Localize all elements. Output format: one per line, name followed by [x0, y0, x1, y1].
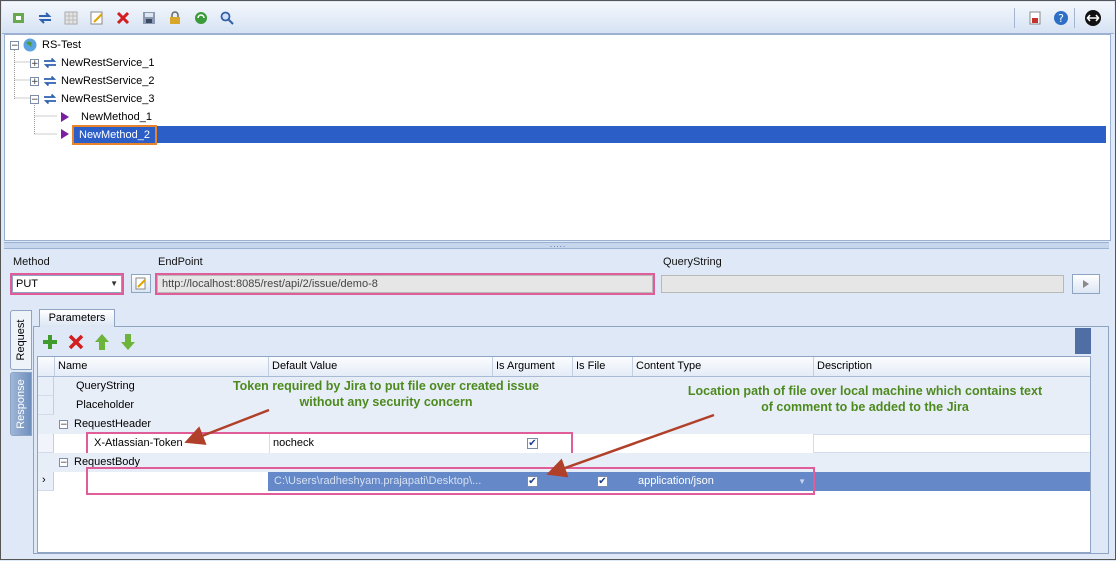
- column-header[interactable]: Is Argument: [492, 357, 572, 376]
- column-header[interactable]: Default Value: [268, 357, 492, 376]
- grid-header: Name Default Value Is Argument Is File C…: [38, 357, 1090, 377]
- row-header: [38, 396, 54, 415]
- splitter[interactable]: .....: [4, 241, 1109, 249]
- method-arrow-icon: [61, 129, 69, 139]
- tree-service[interactable]: − NewRestService_3: [30, 90, 155, 108]
- method-dropdown[interactable]: PUT ▼: [10, 273, 124, 295]
- edit-icon[interactable]: [88, 9, 106, 27]
- method-value: PUT: [16, 278, 38, 290]
- edit-icon: [135, 277, 146, 290]
- help-icon[interactable]: ?: [1052, 9, 1070, 27]
- method-arrow-icon: [61, 112, 69, 122]
- arrow-up-icon: [95, 334, 109, 350]
- tree-service-label: NewRestService_3: [61, 93, 155, 105]
- current-row-icon: ›: [42, 474, 46, 486]
- tree-service-label: NewRestService_2: [61, 75, 155, 87]
- group-row[interactable]: − RequestHeader: [38, 415, 1090, 434]
- endpoint-field[interactable]: http://localhost:8085/rest/api/2/issue/d…: [155, 273, 655, 295]
- endpoint-label: EndPoint: [158, 256, 203, 268]
- add-param-button[interactable]: [41, 333, 59, 354]
- annotation-token: Token required by Jira to put file over …: [232, 379, 540, 409]
- search-icon[interactable]: [218, 9, 236, 27]
- annotation-file-path: Location path of file over local machine…: [687, 384, 1043, 414]
- group-name: RequestHeader: [74, 418, 152, 430]
- run-button[interactable]: [1072, 274, 1100, 294]
- delete-icon[interactable]: [114, 9, 132, 27]
- tree-service[interactable]: + NewRestService_1: [30, 54, 155, 72]
- column-header[interactable]: Description: [813, 357, 1090, 376]
- sync-icon[interactable]: [192, 9, 210, 27]
- expand-icon[interactable]: +: [30, 58, 39, 68]
- tab-parameters[interactable]: Parameters: [39, 309, 115, 327]
- toolbar: ?: [2, 2, 1114, 34]
- svg-text:?: ?: [1058, 12, 1064, 25]
- play-icon: [1083, 280, 1089, 288]
- tab-request[interactable]: Request: [10, 310, 32, 370]
- tree-method[interactable]: NewMethod_1: [59, 108, 152, 126]
- delete-param-button[interactable]: [67, 333, 85, 354]
- param-value[interactable]: nocheck: [269, 434, 491, 453]
- service-icon: [43, 75, 57, 87]
- row-header: ›: [38, 472, 54, 491]
- grid-icon[interactable]: [62, 9, 80, 27]
- row-header: [38, 434, 54, 453]
- tree-root[interactable]: − RS-Test: [10, 36, 81, 54]
- column-header[interactable]: Name: [54, 357, 268, 376]
- row-header-column: [38, 357, 54, 376]
- querystring-label: QueryString: [663, 256, 722, 268]
- toolbar-separator: [1014, 8, 1015, 28]
- tree-method-label: NewMethod_1: [81, 111, 152, 123]
- edit-endpoint-button[interactable]: [131, 274, 151, 293]
- plus-icon: [43, 335, 57, 349]
- refresh-icon[interactable]: [36, 9, 54, 27]
- table-row[interactable]: X-Atlassian-Token nocheck ✔: [38, 432, 1090, 455]
- column-header[interactable]: Content Type: [632, 357, 813, 376]
- collapse-icon[interactable]: −: [59, 458, 68, 468]
- param-name[interactable]: X-Atlassian-Token: [91, 434, 268, 453]
- highlight-box: [86, 467, 815, 495]
- querystring-field[interactable]: [661, 275, 1064, 293]
- is-argument-checkbox[interactable]: ✔: [527, 438, 538, 449]
- tab-request-label: Request: [15, 319, 27, 361]
- chevron-down-icon: ▼: [110, 279, 118, 288]
- column-header[interactable]: Is File: [572, 357, 632, 376]
- row-header: [38, 377, 54, 396]
- collapse-icon[interactable]: −: [59, 420, 68, 430]
- tab-response[interactable]: Response: [10, 372, 32, 436]
- tree-service-label: NewRestService_1: [61, 57, 155, 69]
- tree-service[interactable]: + NewRestService_2: [30, 72, 155, 90]
- report-icon[interactable]: [1026, 9, 1044, 27]
- service-icon: [43, 93, 57, 105]
- new-project-icon[interactable]: [10, 9, 28, 27]
- selection-highlight: [73, 126, 1106, 143]
- tree-method-label[interactable]: NewMethod_2: [72, 125, 157, 145]
- tree-method-selected[interactable]: [59, 125, 71, 143]
- service-icon: [43, 57, 57, 69]
- method-label: Method: [13, 256, 50, 268]
- delete-icon: [68, 334, 84, 350]
- tree-root-label: RS-Test: [42, 39, 82, 51]
- collapse-icon[interactable]: −: [10, 40, 19, 50]
- exit-icon[interactable]: [1084, 9, 1102, 27]
- table-row[interactable]: › C:\Users\radheshyam.prajapati\Desktop\…: [38, 467, 1090, 495]
- lock-icon[interactable]: [166, 9, 184, 27]
- save-icon[interactable]: [140, 9, 158, 27]
- globe-icon: [23, 38, 37, 52]
- tab-response-label: Response: [15, 379, 27, 429]
- toolbar-separator: [1074, 8, 1075, 28]
- move-down-button[interactable]: [119, 333, 137, 354]
- move-up-button[interactable]: [93, 333, 111, 354]
- project-tree: − RS-Test + NewRestService_1 + NewRestSe…: [4, 34, 1111, 241]
- app-window: ? − RS-Test + NewRestService_1 + NewRest…: [0, 0, 1116, 560]
- arrow-down-icon: [121, 334, 135, 350]
- description-cell[interactable]: [813, 434, 1090, 453]
- collapse-icon[interactable]: −: [30, 94, 39, 104]
- expand-icon[interactable]: +: [30, 76, 39, 86]
- scrollbar[interactable]: [1075, 328, 1091, 354]
